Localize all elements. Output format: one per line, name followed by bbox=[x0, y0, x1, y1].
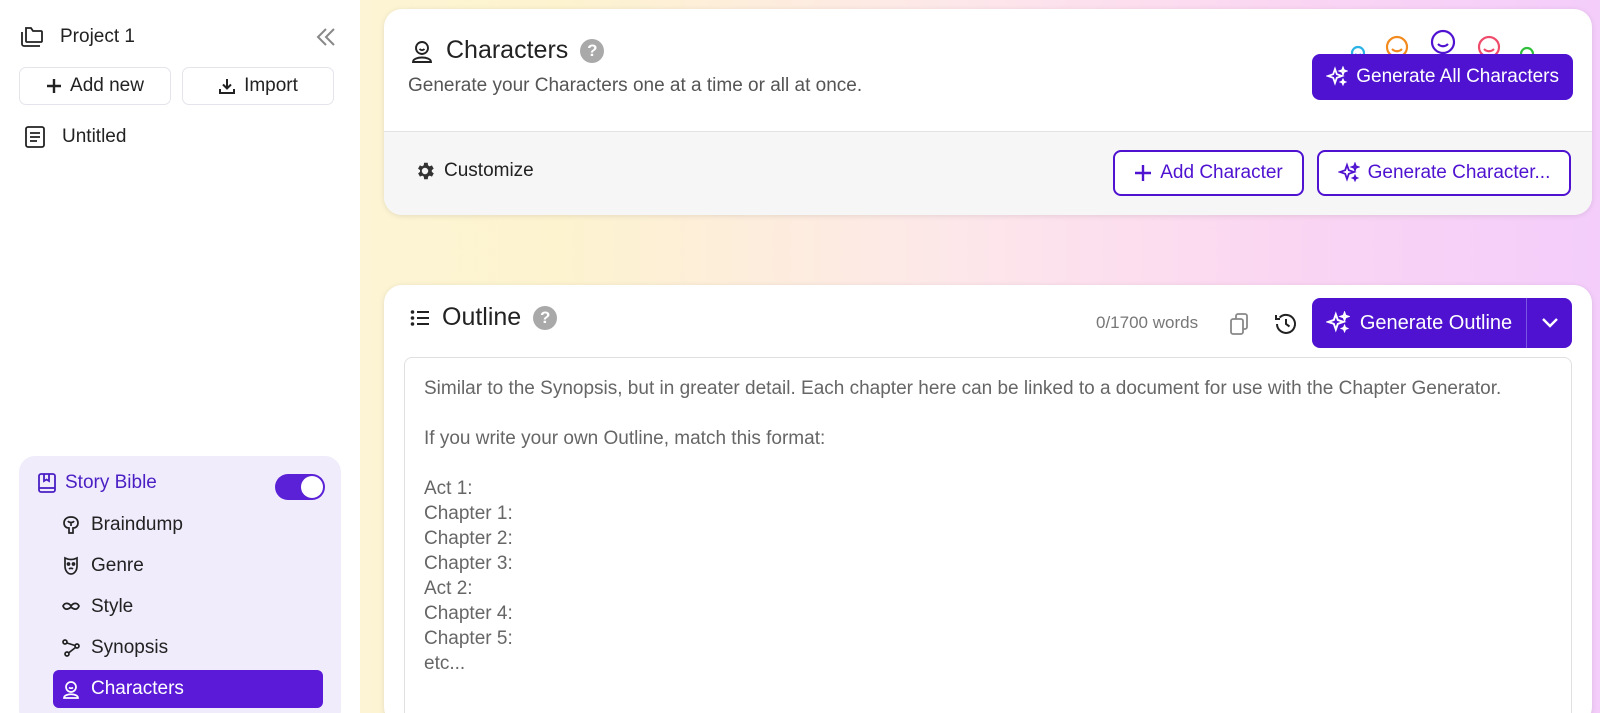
outline-placeholder-line: Chapter 3: bbox=[424, 553, 513, 574]
outline-card: Outline ? 0/1700 words Generate Outline … bbox=[384, 285, 1592, 713]
story-bible-panel: Story Bible Braindump Genre Style Synops… bbox=[19, 456, 341, 713]
sparkles-icon bbox=[1325, 311, 1350, 334]
outline-textarea[interactable]: Similar to the Synopsis, but in greater … bbox=[404, 357, 1572, 713]
history-icon bbox=[1275, 313, 1296, 334]
characters-title-row: Characters ? bbox=[410, 36, 605, 65]
outline-placeholder-line: etc... bbox=[424, 653, 466, 674]
bible-item-label: Style bbox=[91, 596, 134, 617]
plus-icon bbox=[47, 79, 62, 93]
generate-outline-button-group: Generate Outline bbox=[1312, 298, 1572, 348]
collapse-sidebar-button[interactable] bbox=[312, 24, 340, 50]
download-icon bbox=[219, 79, 236, 94]
import-label: Import bbox=[244, 75, 298, 96]
characters-subtitle: Generate your Characters one at a time o… bbox=[408, 75, 863, 96]
outline-title-row: Outline ? bbox=[410, 303, 558, 332]
sparkles-icon bbox=[1326, 66, 1349, 87]
list-icon bbox=[410, 309, 429, 326]
story-bible-toggle[interactable] bbox=[275, 474, 325, 500]
chevron-down-icon bbox=[1541, 318, 1558, 328]
characters-card-toolbar: Customize Add Character Generate Charact… bbox=[384, 131, 1592, 215]
generate-outline-button[interactable]: Generate Outline bbox=[1312, 298, 1526, 348]
outline-placeholder-line: Chapter 2: bbox=[424, 528, 513, 549]
story-bible-header[interactable]: Story Bible bbox=[37, 472, 157, 494]
document-icon bbox=[25, 126, 45, 148]
character-icon bbox=[412, 40, 432, 63]
characters-card: Characters ? Generate your Characters on… bbox=[384, 9, 1592, 215]
bible-item-label: Characters bbox=[91, 678, 184, 699]
sidebar: Project 1 Add new Import Untitled Story … bbox=[0, 0, 360, 713]
generate-all-label: Generate All Characters bbox=[1356, 66, 1559, 87]
bible-item-label: Genre bbox=[91, 555, 144, 576]
history-button[interactable] bbox=[1269, 307, 1303, 341]
characters-card-header: Characters ? Generate your Characters on… bbox=[384, 9, 1592, 131]
outline-title: Outline bbox=[442, 303, 522, 331]
mask-icon bbox=[64, 556, 78, 575]
document-item-untitled[interactable]: Untitled bbox=[24, 122, 126, 152]
outline-placeholder-line: Act 2: bbox=[424, 578, 473, 599]
add-character-label: Add Character bbox=[1160, 162, 1283, 183]
characters-title: Characters bbox=[446, 36, 569, 64]
toggle-knob bbox=[301, 476, 323, 498]
plus-icon bbox=[1135, 165, 1152, 181]
customize-label: Customize bbox=[444, 160, 534, 181]
import-button[interactable]: Import bbox=[182, 67, 334, 105]
folders-icon bbox=[18, 25, 46, 49]
bible-item-characters[interactable]: Characters bbox=[53, 670, 323, 708]
help-icon[interactable]: ? bbox=[533, 305, 558, 330]
help-icon[interactable]: ? bbox=[580, 38, 605, 63]
word-count: 0/1700 words bbox=[1096, 313, 1199, 332]
bible-item-braindump[interactable]: Braindump bbox=[53, 506, 323, 544]
bible-item-genre[interactable]: Genre bbox=[53, 547, 323, 585]
synopsis-icon bbox=[62, 639, 80, 657]
outline-placeholder-line: Chapter 5: bbox=[424, 628, 513, 649]
copy-icon bbox=[1230, 313, 1248, 335]
bible-item-style[interactable]: Style bbox=[53, 588, 323, 626]
outline-placeholder-line: If you write your own Outline, match thi… bbox=[424, 428, 826, 449]
outline-placeholder-line: Similar to the Synopsis, but in greater … bbox=[424, 378, 1502, 399]
add-new-button[interactable]: Add new bbox=[19, 67, 171, 105]
generate-outline-dropdown-button[interactable] bbox=[1526, 298, 1572, 348]
project-title: Project 1 bbox=[60, 26, 135, 47]
add-character-button[interactable]: Add Character bbox=[1113, 150, 1304, 196]
generate-all-characters-button[interactable]: Generate All Characters bbox=[1312, 54, 1573, 100]
sparkles-icon bbox=[1337, 162, 1360, 183]
copy-button[interactable] bbox=[1222, 307, 1256, 341]
outline-placeholder-line: Chapter 1: bbox=[424, 503, 513, 524]
double-chevron-left-icon bbox=[316, 28, 335, 46]
bible-item-synopsis[interactable]: Synopsis bbox=[53, 629, 323, 667]
customize-button[interactable]: Customize bbox=[414, 160, 534, 182]
outline-placeholder-line: Chapter 4: bbox=[424, 603, 513, 624]
generate-character-label: Generate Character... bbox=[1367, 162, 1551, 183]
book-icon bbox=[38, 473, 56, 493]
project-header: Project 1 bbox=[18, 22, 340, 52]
outline-placeholder-line: Act 1: bbox=[424, 478, 473, 499]
generate-outline-label: Generate Outline bbox=[1359, 311, 1513, 334]
document-label: Untitled bbox=[62, 126, 127, 147]
bible-item-label: Braindump bbox=[91, 514, 183, 535]
mustache-icon bbox=[62, 602, 80, 610]
gear-icon bbox=[418, 162, 434, 180]
brain-icon bbox=[63, 516, 79, 534]
story-bible-label: Story Bible bbox=[65, 472, 157, 493]
add-new-label: Add new bbox=[70, 75, 144, 96]
bible-item-label: Synopsis bbox=[91, 637, 169, 658]
generate-character-button[interactable]: Generate Character... bbox=[1317, 150, 1571, 196]
character-icon bbox=[63, 681, 79, 699]
